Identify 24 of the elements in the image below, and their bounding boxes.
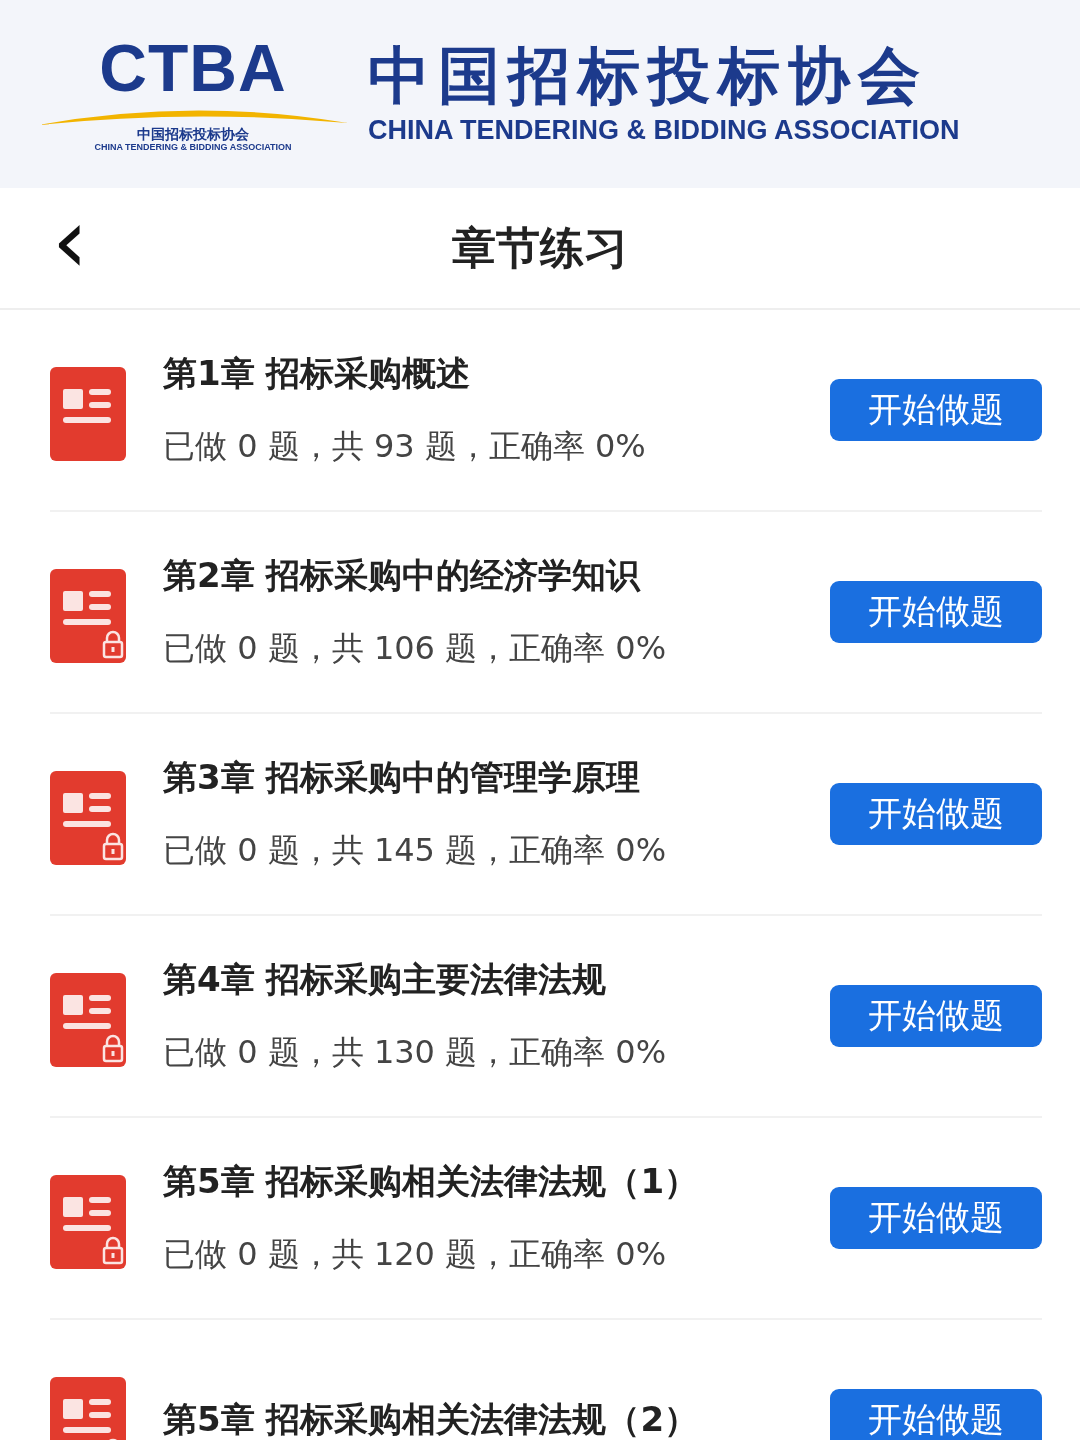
chapter-stats: 已做 0 题，共 106 题，正确率 0% bbox=[163, 628, 668, 669]
chapter-title: 第4章 招标采购主要法律法规 bbox=[163, 958, 608, 1001]
chapter-title: 第2章 招标采购中的经济学知识 bbox=[163, 554, 642, 597]
logo-caption: CHINA TENDERING & BIDDING ASSOCIATION bbox=[94, 142, 292, 154]
chapter-stats: 已做 0 题，共 93 题，正确率 0% bbox=[163, 426, 647, 467]
organization-name: 中国招标投标协会 bbox=[368, 42, 928, 111]
start-button[interactable]: 开始做题 bbox=[830, 1389, 1042, 1440]
logo-subtitle: 中国招标投标协会 bbox=[137, 126, 249, 143]
chapter-title: 第5章 招标采购相关法律法规（2） bbox=[163, 1398, 700, 1440]
chapter-title: 第3章 招标采购中的管理学原理 bbox=[163, 756, 642, 799]
back-button[interactable]: ‹ bbox=[30, 196, 110, 300]
start-button[interactable]: 开始做题 bbox=[830, 379, 1042, 441]
start-button[interactable]: 开始做题 bbox=[830, 985, 1042, 1047]
start-button[interactable]: 开始做题 bbox=[830, 581, 1042, 643]
chapter-title: 第1章 招标采购概述 bbox=[163, 352, 472, 395]
chapter-stats: 已做 0 题，共 145 题，正确率 0% bbox=[163, 830, 668, 871]
logo-text: CTBA bbox=[99, 34, 287, 101]
chapter-stats: 已做 0 题，共 120 题，正确率 0% bbox=[163, 1234, 668, 1275]
start-button[interactable]: 开始做题 bbox=[830, 1187, 1042, 1249]
organization-english-name: CHINA TENDERING & BIDDING ASSOCIATION bbox=[368, 114, 960, 146]
page-title: 章节练习 bbox=[451, 220, 629, 275]
chapter-title: 第5章 招标采购相关法律法规（1） bbox=[163, 1160, 700, 1203]
start-button[interactable]: 开始做题 bbox=[830, 783, 1042, 845]
chapter-stats: 已做 0 题，共 130 题，正确率 0% bbox=[163, 1032, 668, 1073]
